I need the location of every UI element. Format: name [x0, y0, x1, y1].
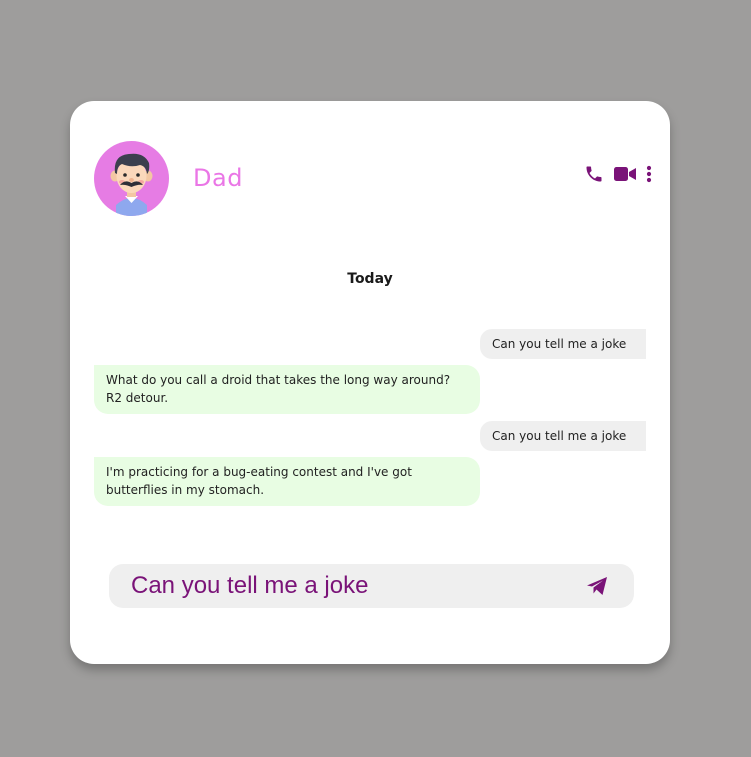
call-button[interactable]: [583, 163, 605, 185]
message-composer: [109, 564, 634, 608]
message-list: Can you tell me a joke What do you call …: [94, 329, 646, 513]
video-camera-icon: [614, 167, 636, 181]
incoming-message: I'm practicing for a bug-eating contest …: [94, 457, 480, 506]
date-separator: Today: [347, 271, 393, 287]
outgoing-message: Can you tell me a joke: [480, 329, 646, 359]
avatar: [94, 141, 169, 216]
more-options-button[interactable]: [642, 163, 656, 185]
chat-window: Dad Today Can you tell me a joke What do…: [70, 101, 670, 664]
send-button[interactable]: [586, 576, 608, 596]
dad-avatar-icon: [110, 153, 153, 216]
more-vertical-icon: [646, 165, 652, 183]
incoming-message: What do you call a droid that takes the …: [94, 365, 480, 414]
message-input[interactable]: [131, 569, 571, 603]
outgoing-message: Can you tell me a joke: [480, 421, 646, 451]
video-call-button[interactable]: [614, 163, 636, 185]
header-actions: [583, 163, 656, 185]
phone-icon: [586, 166, 602, 182]
contact-name: Dad: [193, 164, 243, 192]
send-icon: [587, 577, 607, 595]
